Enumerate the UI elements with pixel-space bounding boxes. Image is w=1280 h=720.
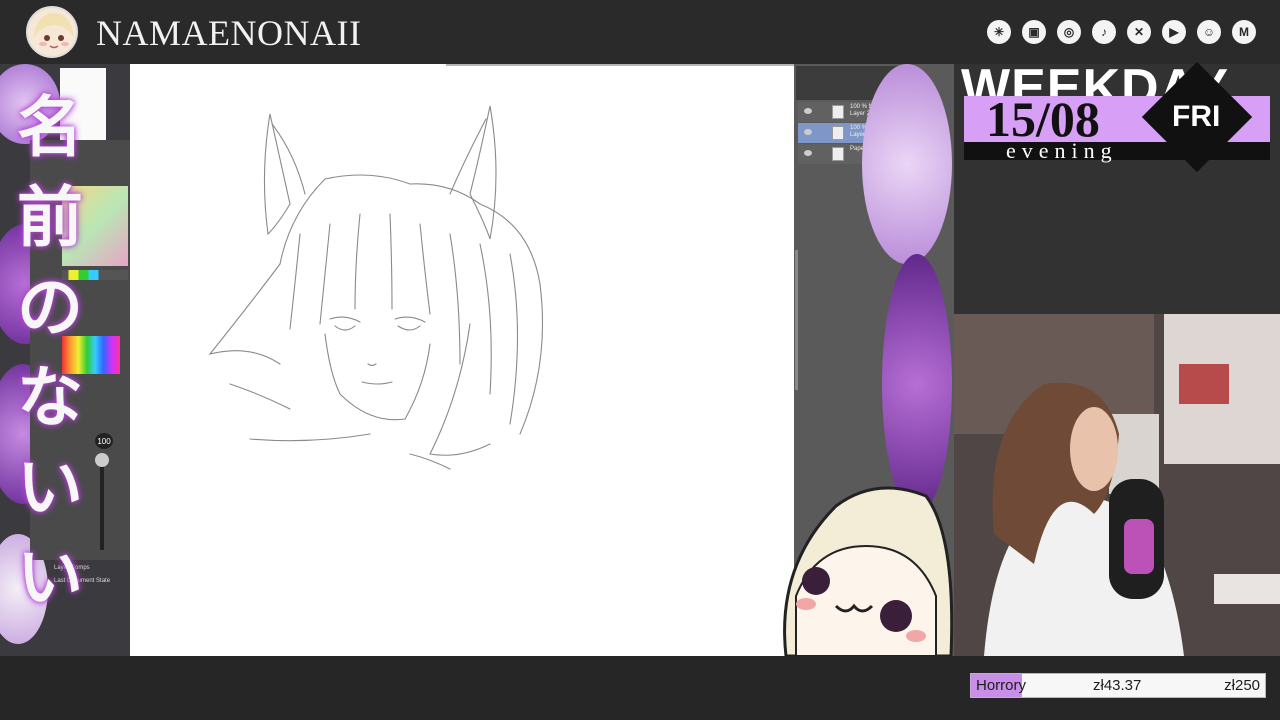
donation-goal: Horrory zł43.37 zł250 — [970, 673, 1266, 698]
canvas-top-edge — [446, 64, 794, 66]
layer-thumbnail — [832, 126, 844, 140]
jp-char: の — [17, 270, 83, 344]
social-links: ✳ ▣ ◎ ♪ ✕ ▶ ☺ M — [987, 20, 1256, 44]
webcam-feed — [954, 314, 1280, 656]
channel-avatar — [26, 6, 78, 58]
layer-thumbnail — [832, 147, 844, 161]
goal-current: zł43.37 — [1093, 677, 1142, 694]
youtube-icon[interactable]: ▶ — [1162, 20, 1186, 44]
schedule-time: evening — [1006, 138, 1118, 163]
eye-icon[interactable] — [804, 129, 812, 135]
layer-thumbnail — [832, 105, 844, 119]
mascot-character — [776, 476, 956, 658]
slider-knob[interactable] — [95, 453, 109, 467]
twitch-icon[interactable]: ▣ — [1022, 20, 1046, 44]
brush-size-slider[interactable] — [100, 455, 104, 550]
top-bar: NAMAENONAII ✳ ▣ ◎ ♪ ✕ ▶ ☺ M — [0, 0, 1280, 64]
channel-name: NAMAENONAII — [96, 13, 362, 53]
brush-size-value: 100 — [95, 433, 113, 449]
schedule-day: FRI — [1172, 100, 1221, 133]
mail-icon[interactable]: M — [1232, 20, 1256, 44]
jp-char: い — [17, 540, 83, 614]
instagram-icon[interactable]: ◎ — [1057, 20, 1081, 44]
lilac-flower — [882, 254, 952, 514]
linktree-icon[interactable]: ✳ — [987, 20, 1011, 44]
x-icon[interactable]: ✕ — [1127, 20, 1151, 44]
jp-char: い — [17, 450, 83, 524]
goal-target: zł250 — [1224, 677, 1260, 694]
jp-char: 前 — [17, 180, 83, 254]
stream-overlay: NAMAENONAII ✳ ▣ ◎ ♪ ✕ ▶ ☺ M 100 Layer Co… — [0, 0, 1280, 720]
japanese-title: 名 前 の な い い — [8, 82, 92, 622]
tiktok-icon[interactable]: ♪ — [1092, 20, 1116, 44]
jp-char: な — [17, 360, 83, 434]
lilac-flower — [862, 64, 952, 264]
sketch-drawing — [208, 105, 544, 470]
discord-icon[interactable]: ☺ — [1197, 20, 1221, 44]
goal-name: Horrory — [976, 677, 1027, 694]
jp-char: 名 — [17, 90, 83, 164]
canvas-scrollbar[interactable] — [795, 250, 798, 390]
drawing-canvas[interactable] — [130, 64, 794, 656]
eye-icon[interactable] — [804, 108, 812, 114]
eye-icon[interactable] — [804, 150, 812, 156]
